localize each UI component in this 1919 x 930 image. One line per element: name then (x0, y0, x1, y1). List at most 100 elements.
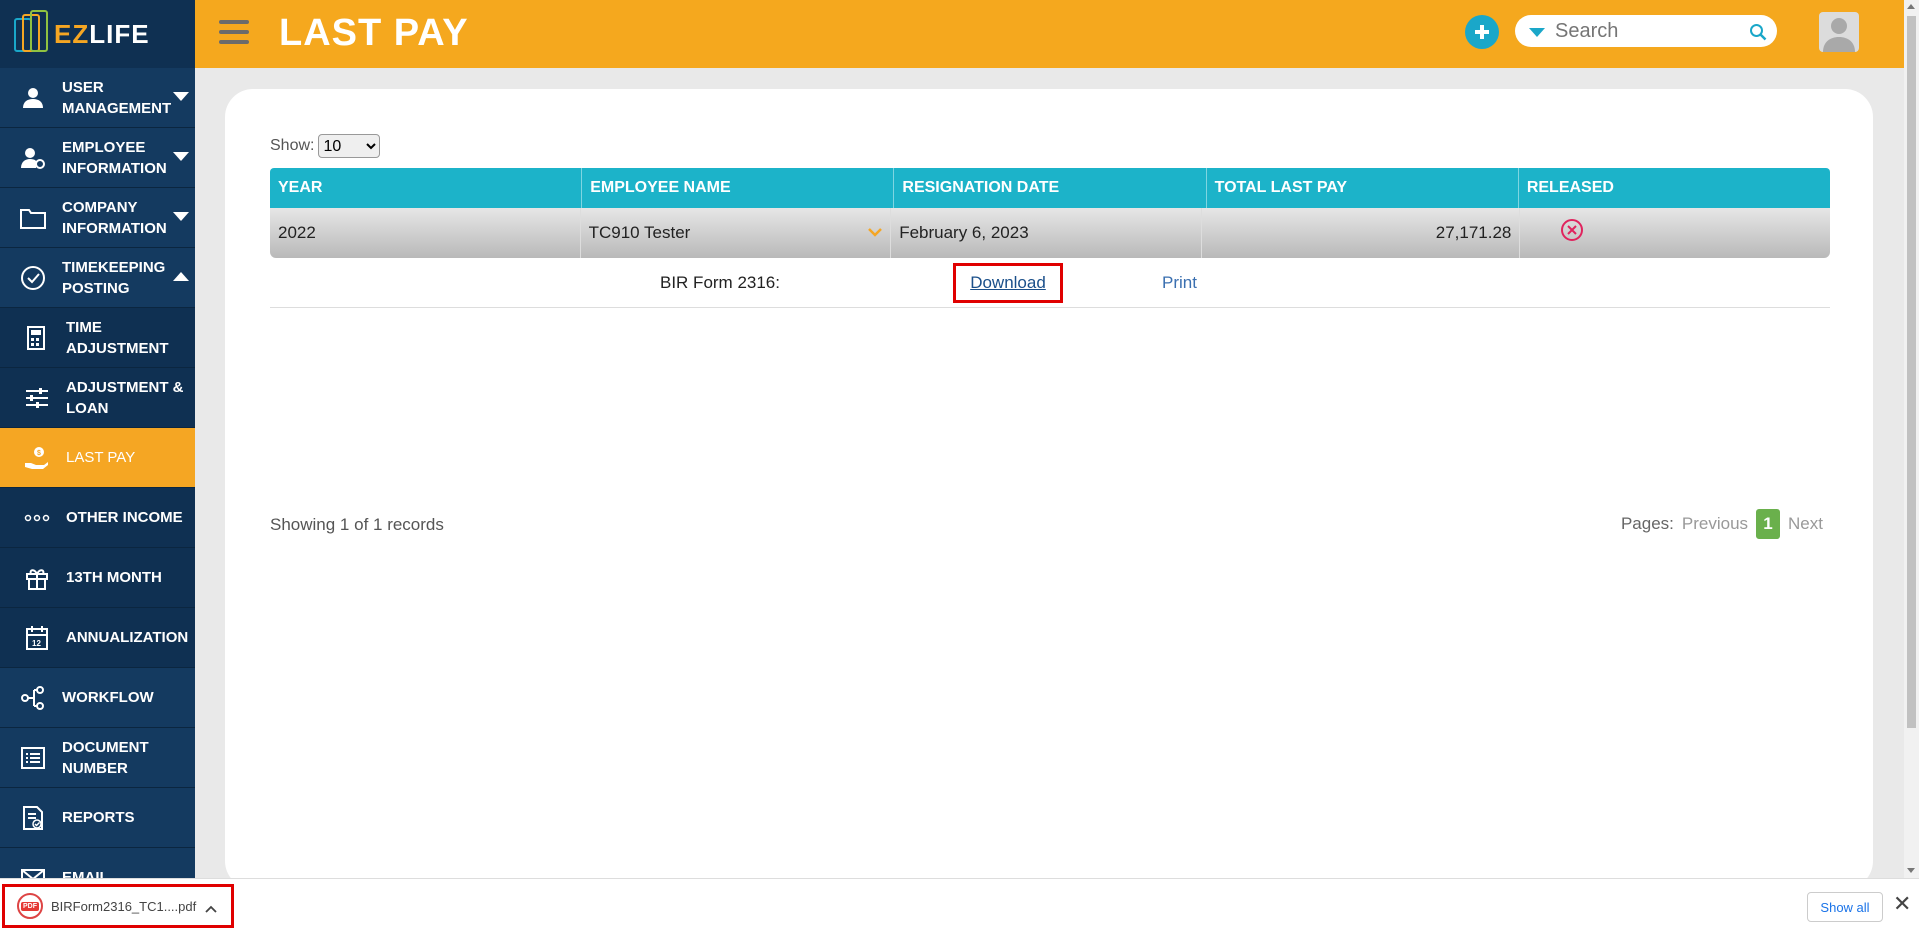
sidebar-item-label: EMAIL (62, 869, 109, 878)
check-circle-icon (18, 263, 48, 293)
sidebar-item-adjustment-loan[interactable]: ADJUSTMENT & LOAN (0, 368, 195, 428)
user-icon (18, 83, 48, 113)
chevron-down-icon (173, 212, 189, 221)
calculator-icon (22, 323, 52, 353)
sidebar-item-label: EMPLOYEE (62, 138, 146, 156)
sidebar-item-label: POSTING (62, 279, 130, 297)
add-button[interactable] (1465, 15, 1499, 49)
records-count: Showing 1 of 1 records (270, 515, 444, 534)
gift-icon (22, 563, 52, 593)
employee-settings-icon (18, 143, 48, 173)
sidebar-item-label: LOAN (66, 399, 109, 417)
chevron-up-icon[interactable] (205, 900, 217, 918)
sidebar-item-label: INFORMATION (62, 219, 167, 237)
sidebar-item-employee-information[interactable]: EMPLOYEE INFORMATION (0, 128, 195, 188)
page-title: LAST PAY (279, 12, 469, 54)
avatar[interactable] (1819, 12, 1859, 52)
page-size-select[interactable]: 10 (318, 134, 381, 158)
sidebar-item-label: LAST PAY (66, 449, 136, 466)
dots-icon (22, 503, 52, 533)
vertical-scrollbar[interactable] (1904, 0, 1919, 878)
svg-text:12: 12 (32, 639, 41, 648)
sidebar-item-document-number[interactable]: DOCUMENT NUMBER (0, 728, 195, 788)
sidebar-item-label: INFORMATION (62, 159, 167, 177)
cell-resignation-date: February 6, 2023 (891, 208, 1202, 258)
search-icon[interactable] (1749, 23, 1767, 46)
download-filename: BIRForm2316_TC1....pdf (51, 898, 197, 914)
chevron-down-icon (173, 152, 189, 161)
sidebar-item-time-adjustment[interactable]: TIME ADJUSTMENT (0, 308, 195, 368)
search-box (1515, 15, 1777, 47)
column-header-released[interactable]: RELEASED (1519, 168, 1830, 208)
column-header-employee-name[interactable]: EMPLOYEE NAME (582, 168, 895, 208)
column-header-year[interactable]: YEAR (270, 168, 583, 208)
close-icon[interactable]: ✕ (1893, 893, 1911, 915)
sidebar-item-13th-month[interactable]: 13TH MONTH (0, 548, 195, 608)
chevron-down-icon (173, 92, 189, 101)
column-header-total-last-pay[interactable]: TOTAL LAST PAY (1207, 168, 1519, 208)
sidebar-item-label: TIME (66, 318, 102, 336)
not-released-icon (1560, 218, 1584, 247)
employee-name-text: TC910 Tester (588, 223, 691, 242)
sidebar-item-label: ADJUSTMENT (66, 339, 169, 357)
document-list-icon (18, 743, 48, 773)
cell-total-last-pay: 27,171.28 (1202, 208, 1521, 258)
sidebar-item-other-income[interactable]: OTHER INCOME (0, 488, 195, 548)
sidebar-item-company-information[interactable]: COMPANY INFORMATION (0, 188, 195, 248)
calendar-icon: 12 (22, 623, 52, 653)
scrollbar-thumb[interactable] (1907, 16, 1916, 728)
search-dropdown-icon[interactable] (1529, 28, 1545, 37)
sidebar-item-last-pay[interactable]: $ LAST PAY (0, 428, 195, 488)
sidebar-item-label: COMPANY (62, 198, 138, 216)
sidebar-item-label: DOCUMENT (62, 738, 149, 756)
show-all-button[interactable]: Show all (1807, 892, 1883, 922)
sidebar-item-label: ANNUALIZATION (66, 629, 189, 646)
column-header-resignation-date[interactable]: RESIGNATION DATE (894, 168, 1207, 208)
sidebar-item-label: USER (62, 78, 104, 96)
sidebar-item-workflow[interactable]: WORKFLOW (0, 668, 195, 728)
cell-released (1520, 208, 1830, 258)
download-item[interactable]: PDF BIRForm2316_TC1....pdf (2, 884, 234, 928)
sidebar-item-user-management[interactable]: USER MANAGEMENT (0, 68, 195, 128)
logo-ez: EZ (54, 18, 90, 49)
logo[interactable]: EZLIFE (0, 0, 195, 68)
sidebar-item-annualization[interactable]: 12 ANNUALIZATION (0, 608, 195, 668)
logo-mark (12, 10, 50, 58)
sliders-icon (22, 383, 52, 413)
scroll-down-icon[interactable] (1907, 868, 1915, 873)
previous-page-button[interactable]: Previous (1682, 514, 1748, 534)
pdf-icon-text: PDF (21, 901, 39, 911)
last-pay-table: YEAR EMPLOYEE NAME RESIGNATION DATE TOTA… (270, 168, 1830, 308)
current-page-button[interactable]: 1 (1756, 509, 1781, 539)
content-card: Show: 10 YEAR EMPLOYEE NAME RESIGNATION … (225, 89, 1873, 889)
mail-icon (18, 863, 48, 878)
sidebar: EZLIFE USER MANAGEMENT EMPLOYEE INFORMATIO… (0, 0, 195, 878)
cell-year: 2022 (270, 208, 581, 258)
row-detail: BIR Form 2316: Download Print (270, 258, 1830, 308)
cell-employee-name: TC910 Tester (581, 208, 892, 258)
chevron-up-icon (173, 272, 189, 281)
hand-money-icon: $ (22, 443, 52, 473)
table-header: YEAR EMPLOYEE NAME RESIGNATION DATE TOTA… (270, 168, 1830, 208)
sidebar-item-reports[interactable]: REPORTS (0, 788, 195, 848)
svg-text:$: $ (37, 450, 41, 457)
sidebar-item-timekeeping-posting[interactable]: TIMEKEEPING POSTING (0, 248, 195, 308)
search-input[interactable] (1555, 19, 1735, 43)
chevron-down-icon[interactable] (868, 223, 883, 243)
download-bar: PDF BIRForm2316_TC1....pdf Show all ✕ (0, 878, 1919, 930)
table-row[interactable]: 2022 TC910 Tester February 6, 2023 27,17… (270, 208, 1830, 258)
sidebar-item-label: WORKFLOW (62, 689, 154, 706)
logo-life: LIFE (89, 18, 150, 49)
print-link[interactable]: Print (1162, 273, 1197, 293)
hamburger-menu-icon[interactable] (219, 20, 249, 46)
sidebar-item-label: MANAGEMENT (62, 99, 172, 117)
next-page-button[interactable]: Next (1788, 514, 1823, 534)
sidebar-item-label: OTHER INCOME (66, 509, 183, 526)
sidebar-item-email[interactable]: EMAIL (0, 848, 195, 878)
report-icon (18, 803, 48, 833)
scroll-up-icon[interactable] (1907, 4, 1915, 9)
sidebar-item-label: 13TH MONTH (66, 569, 162, 586)
sidebar-item-label: ADJUSTMENT & (66, 378, 184, 396)
sidebar-item-label: TIMEKEEPING (62, 258, 166, 276)
download-link[interactable]: Download (953, 263, 1063, 303)
